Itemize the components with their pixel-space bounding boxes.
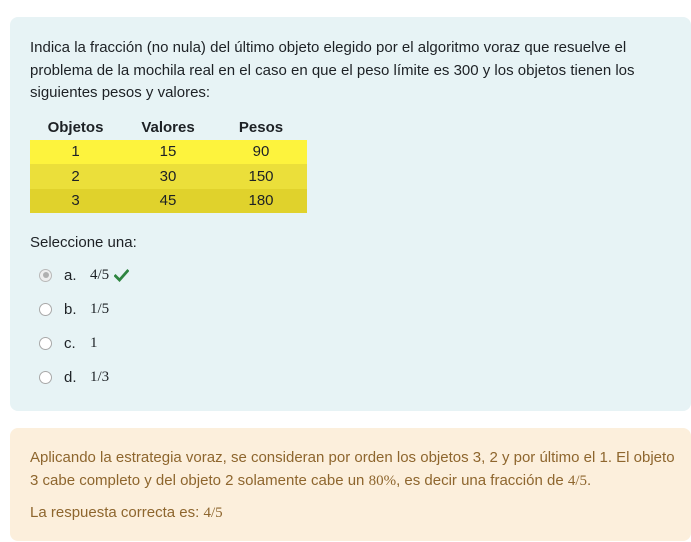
question-box: Indica la fracción (no nula) del último … [10, 17, 691, 411]
option-value: 1/5 [90, 300, 110, 317]
header-objetos: Objetos [47, 119, 104, 136]
feedback-box: Aplicando la estrategia voraz, se consid… [10, 428, 691, 541]
table-row: 3 45 180 [30, 188, 307, 213]
correct-answer-value: 4/5 [203, 505, 223, 521]
check-icon [113, 268, 130, 282]
cell-valor: 45 [121, 188, 215, 213]
header-pesos: Pesos [238, 119, 284, 136]
general-feedback: Aplicando la estrategia voraz, se consid… [30, 446, 675, 493]
cell-objeto: 2 [30, 164, 121, 189]
table-row: 1 15 90 [30, 139, 307, 164]
option-c-radio[interactable] [39, 336, 52, 350]
feedback-text-2: , es decir una fracción de [396, 472, 568, 489]
option-b[interactable]: b. 1/5 [30, 292, 671, 326]
cell-valor: 15 [121, 139, 215, 164]
answer-options: a. 4/5 b. 1/5 c. 1 d. 1/3 [30, 258, 671, 394]
option-letter: b. [64, 300, 77, 318]
feedback-fraction: 4/5 [567, 473, 587, 489]
option-c[interactable]: c. 1 [30, 326, 671, 360]
option-letter: c. [64, 334, 76, 352]
cell-peso: 180 [215, 188, 307, 213]
table-row: 2 30 150 [30, 164, 307, 189]
cell-peso: 150 [215, 164, 307, 189]
cell-objeto: 1 [30, 139, 121, 164]
option-d-radio[interactable] [39, 370, 52, 384]
option-value: 4/5 [90, 266, 110, 283]
correct-answer-label: La respuesta correcta es: [30, 504, 204, 521]
option-d[interactable]: d. 1/3 [30, 360, 671, 394]
question-text: Indica la fracción (no nula) del último … [30, 39, 635, 101]
header-valores: Valores [141, 119, 195, 136]
option-letter: d. [64, 368, 77, 386]
table-header-row: Objetos Valores Pesos [30, 116, 307, 140]
correct-answer: La respuesta correcta es: 4/5 [30, 501, 671, 525]
option-value: 1 [90, 334, 98, 351]
feedback-percent: 80% [368, 473, 397, 489]
option-b-radio[interactable] [39, 302, 52, 316]
option-a[interactable]: a. 4/5 [30, 258, 671, 292]
cell-peso: 90 [215, 139, 307, 164]
feedback-text-3: . [587, 472, 592, 489]
cell-objeto: 3 [30, 188, 121, 213]
option-value: 1/3 [90, 368, 110, 385]
option-a-radio[interactable] [39, 268, 52, 282]
cell-valor: 30 [121, 164, 215, 189]
option-letter: a. [64, 266, 77, 284]
select-prompt: Seleccione una: [30, 234, 137, 251]
items-table: Objetos Valores Pesos 1 15 90 2 30 150 3… [30, 116, 307, 213]
